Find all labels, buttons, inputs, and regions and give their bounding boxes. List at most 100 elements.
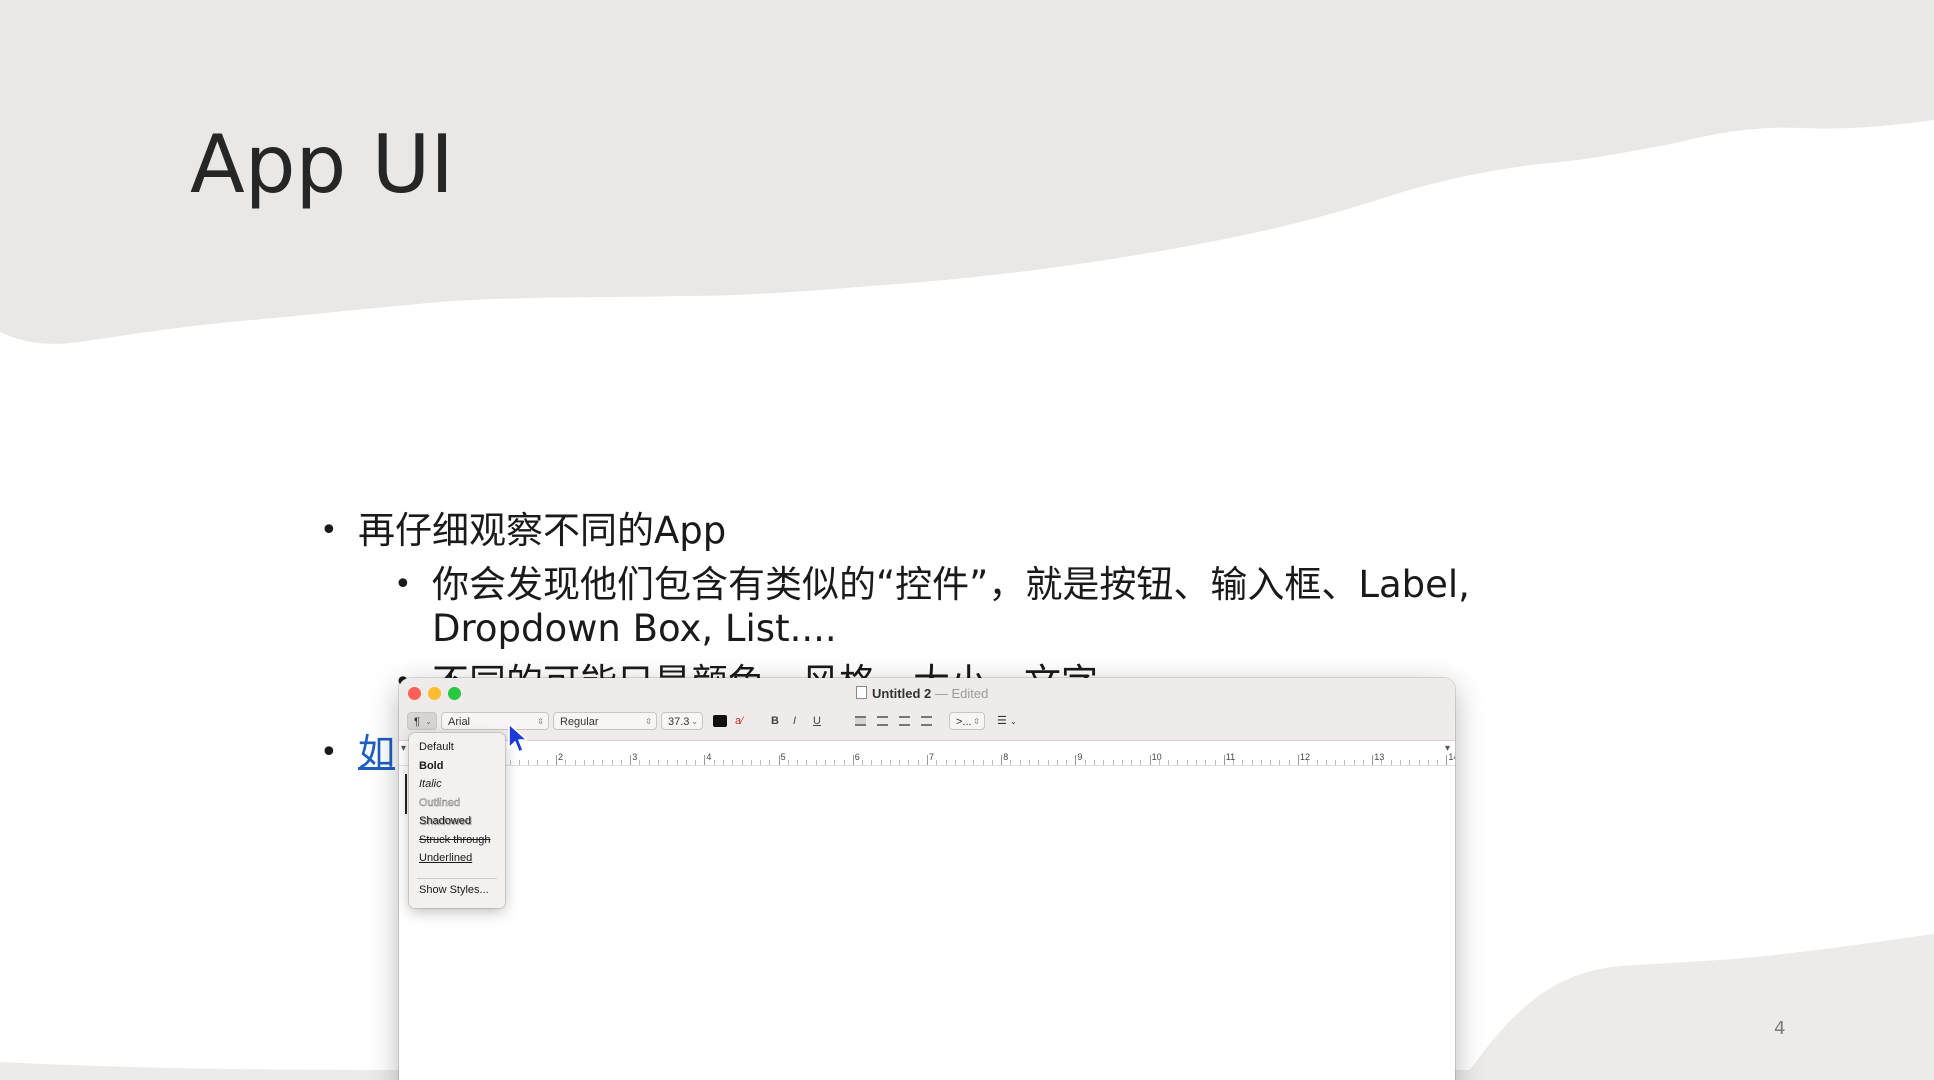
ruler-number: 14 [1448,752,1455,762]
ruler-minor-tick [722,760,724,765]
document-body[interactable] [399,766,1455,1080]
ruler-minor-tick [732,760,734,765]
ruler-minor-tick [1066,760,1068,765]
align-left-icon[interactable] [855,716,866,726]
align-justify-icon[interactable] [921,716,932,726]
ruler-tick [1075,755,1077,765]
ruler-minor-tick [1418,760,1420,765]
bold-button[interactable]: B [771,712,779,730]
font-family-select[interactable]: Arial ⇳ [441,712,549,730]
text-color-well[interactable] [713,715,727,727]
ruler-number: 6 [854,752,860,762]
ruler-minor-tick [899,760,901,765]
updown-icon: ⇳ [973,717,980,726]
menu-item-bold[interactable]: Bold [419,760,443,772]
ruler-number: 7 [929,752,935,762]
menu-item-show-styles[interactable]: Show Styles... [419,884,489,896]
ruler-minor-tick [1112,760,1114,765]
ruler-tick [704,755,706,765]
ruler-tick [1372,755,1374,765]
text-cursor [405,774,407,814]
highlight-color-button[interactable]: a⁄ [735,712,743,730]
ruler-minor-tick [546,760,548,765]
underline-button[interactable]: U [813,712,821,730]
ruler[interactable]: ▾ ▾ 234567891011121314 [399,741,1455,766]
ruler-minor-tick [908,760,910,765]
ruler-minor-tick [602,760,604,765]
ruler-minor-tick [1242,760,1244,765]
menu-item-struck-through[interactable]: Struck through [419,834,491,846]
menu-item-outlined[interactable]: Outlined [419,797,461,810]
document-icon [856,686,867,699]
ruler-minor-tick [1103,760,1105,765]
ruler-minor-tick [1325,760,1327,765]
ruler-minor-tick [1121,760,1123,765]
ruler-minor-tick [1038,760,1040,765]
ruler-minor-tick [750,760,752,765]
ruler-minor-tick [1362,760,1364,765]
ruler-minor-tick [1177,760,1179,765]
minimize-button[interactable] [428,687,441,700]
ruler-minor-tick [760,760,762,765]
font-style-select[interactable]: Regular ⇳ [553,712,657,730]
ruler-minor-tick [1288,760,1290,765]
ruler-minor-tick [824,760,826,765]
ruler-minor-tick [1168,760,1170,765]
ruler-minor-tick [815,760,817,765]
bullet-link[interactable]: 如 [358,731,395,775]
ruler-minor-tick [1381,760,1383,765]
ruler-minor-tick [889,760,891,765]
title-bar[interactable]: Untitled 2 — Edited ¶ ⌄ Arial ⇳ Regular ⇳ 3… [399,678,1455,741]
ruler-number: 13 [1374,752,1385,762]
ruler-minor-tick [518,760,520,765]
ruler-minor-tick [565,760,567,765]
ruler-minor-tick [1019,760,1021,765]
line-spacing-select[interactable]: >... ⇳ [949,712,985,730]
list-style-button[interactable]: ☰ ⌄ [997,712,1033,730]
ruler-minor-tick [1233,760,1235,765]
bullet-item-2-cont: Dropdown Box, List.... [432,607,837,650]
menu-item-italic[interactable]: Italic [419,778,442,790]
left-margin-marker-icon[interactable]: ▾ [401,743,406,754]
ruler-minor-tick [1195,760,1197,765]
ruler-minor-tick [1279,760,1281,765]
ruler-minor-tick [1047,760,1049,765]
ruler-minor-tick [982,760,984,765]
menu-item-shadowed[interactable]: Shadowed [419,815,471,827]
ruler-minor-tick [1140,760,1142,765]
align-center-icon[interactable] [877,716,888,726]
chevron-down-icon: ⌄ [425,717,432,726]
ruler-minor-tick [639,760,641,765]
font-size-select[interactable]: 37.3 ⌄ [661,712,703,730]
ruler-tick [1149,755,1151,765]
ruler-minor-tick [769,760,771,765]
ruler-minor-tick [685,760,687,765]
ruler-number: 9 [1077,752,1083,762]
ruler-minor-tick [1390,760,1392,765]
ruler-tick [556,755,557,765]
align-right-icon[interactable] [899,716,910,726]
ruler-minor-tick [843,760,845,765]
menu-item-underlined[interactable]: Underlined [419,852,472,864]
ruler-minor-tick [574,760,576,765]
ruler-minor-tick [787,760,789,765]
ruler-minor-tick [667,760,669,765]
ruler-minor-tick [1316,760,1318,765]
ruler-minor-tick [1353,760,1355,765]
ruler-minor-tick [806,760,808,765]
ruler-minor-tick [1344,760,1346,765]
slide-title: App UI [190,118,454,211]
paragraph-styles-button[interactable]: ¶ ⌄ [407,712,437,730]
ruler-minor-tick [528,760,530,765]
zoom-button[interactable] [448,687,461,700]
ruler-minor-tick [973,760,975,765]
ruler-number: 10 [1151,752,1162,762]
menu-item-default[interactable]: Default [419,741,454,753]
ruler-minor-tick [862,760,864,765]
ruler-minor-tick [676,760,678,765]
ruler-minor-tick [537,760,539,765]
close-button[interactable] [408,687,421,700]
italic-button[interactable]: I [793,712,796,730]
ruler-minor-tick [871,760,873,765]
ruler-minor-tick [1056,760,1058,765]
